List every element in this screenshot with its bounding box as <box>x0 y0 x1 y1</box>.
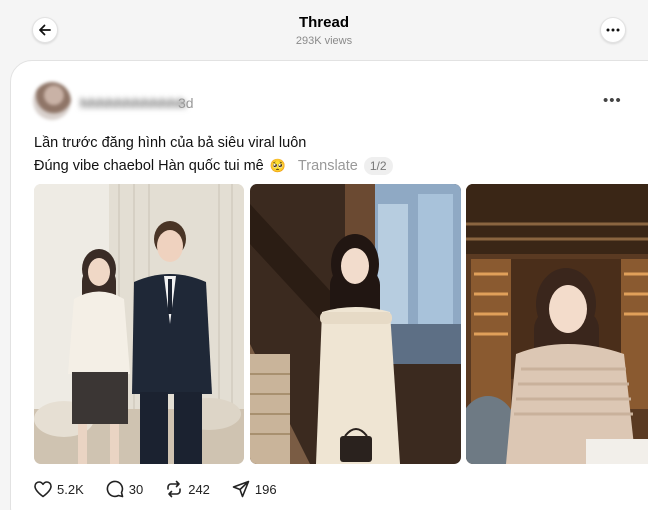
username-blurred[interactable]: hhhhhhhhhhhh <box>80 95 186 111</box>
photo-woman-restaurant[interactable] <box>466 184 648 464</box>
heart-icon <box>34 480 52 497</box>
share-count: 196 <box>254 481 277 497</box>
post-actions: 5.2K 30 242 196 <box>34 480 299 498</box>
post-text-line2-row: Đúng vibe chaebol Hàn quốc tui mê 🥺 Tran… <box>34 157 393 175</box>
page-indicator-badge: 1/2 <box>363 157 393 175</box>
repost-button[interactable]: 242 <box>165 480 210 498</box>
like-button[interactable]: 5.2K <box>34 480 84 498</box>
photo-woman-cream-dress[interactable] <box>250 184 461 464</box>
post-time: 3d <box>178 95 194 111</box>
view-count: 293K views <box>295 35 353 47</box>
send-icon <box>232 480 250 498</box>
photo-woman-and-man-suit[interactable] <box>34 184 244 464</box>
post-text-line2: Đúng vibe chaebol Hàn quốc tui mê <box>34 158 264 174</box>
top-bar: Thread 293K views <box>0 0 648 56</box>
more-horizontal-icon <box>606 28 620 32</box>
repost-icon <box>167 480 182 498</box>
page-more-button[interactable] <box>600 17 626 43</box>
post-text-line1: Lần trước đăng hình của bả siêu viral lu… <box>34 135 307 151</box>
repost-count: 242 <box>188 481 210 497</box>
pleading-face-emoji: 🥺 <box>269 158 286 173</box>
post-more-icon[interactable]: ••• <box>603 92 622 109</box>
comment-count: 30 <box>128 481 144 497</box>
translate-link[interactable]: Translate <box>298 158 358 174</box>
avatar[interactable] <box>33 82 71 120</box>
comment-icon <box>106 480 124 498</box>
comment-button[interactable]: 30 <box>106 480 143 498</box>
share-button[interactable]: 196 <box>232 480 277 498</box>
like-count: 5.2K <box>57 481 84 497</box>
page-title: Thread <box>298 14 349 31</box>
